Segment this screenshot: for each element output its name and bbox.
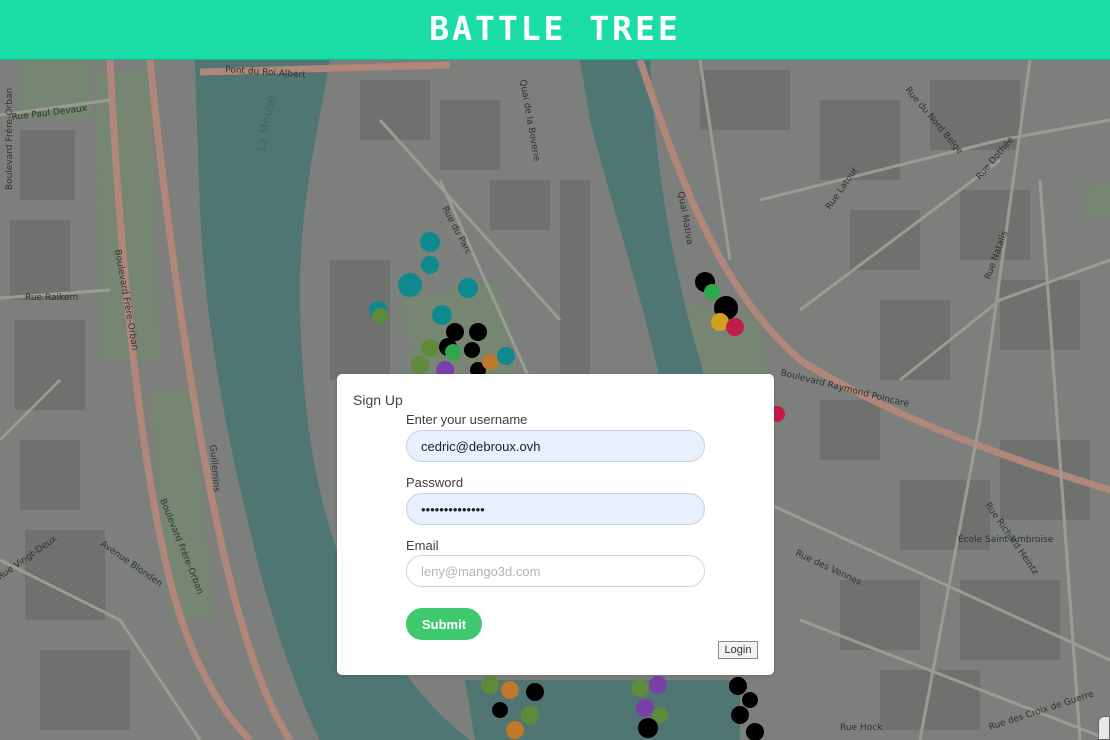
corner-widget[interactable] (1098, 716, 1110, 740)
label-bd-frere-orban-1: Boulevard Frère-Orban (4, 88, 15, 190)
submit-button[interactable]: Submit (406, 608, 482, 640)
username-label: Enter your username (406, 412, 528, 427)
label-rue-raikem: Rue Raikem (25, 293, 78, 303)
label-rue-hock: Rue Hock (840, 723, 883, 733)
email-label: Email (406, 538, 439, 553)
signup-modal: Sign Up Enter your username Password Ema… (337, 374, 774, 675)
login-button[interactable]: Login (718, 641, 758, 659)
signup-title: Sign Up (353, 392, 403, 408)
password-input[interactable] (406, 493, 705, 525)
app-header: BATTLE TREE (0, 0, 1110, 60)
username-input[interactable] (406, 430, 705, 462)
password-label: Password (406, 475, 464, 490)
email-input[interactable] (406, 555, 705, 587)
label-ecole: École Saint Ambroise (958, 533, 1054, 545)
app-title: BATTLE TREE (429, 9, 681, 48)
